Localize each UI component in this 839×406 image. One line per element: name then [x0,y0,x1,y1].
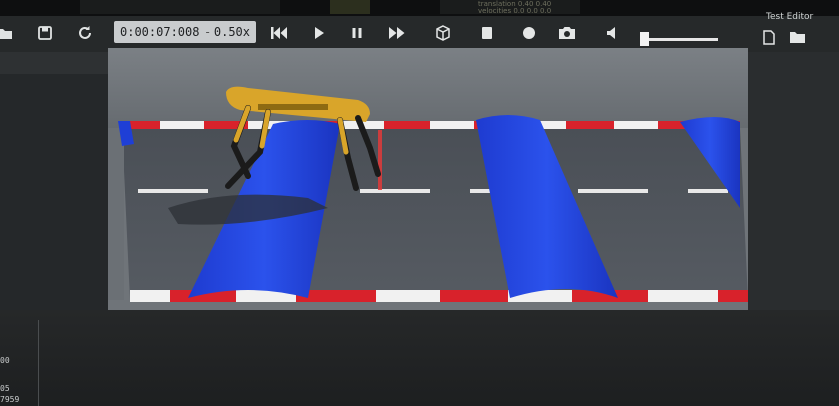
right-panel [748,52,839,342]
editor-label: Test Editor [766,12,814,22]
left-panel-header [0,52,108,74]
volume-slider-thumb[interactable] [640,32,649,46]
volume-slider-track [640,38,718,41]
laser-line [378,130,382,190]
side-value: 05 [0,384,10,393]
near-border [130,290,748,302]
side-value: 7959 [0,395,20,404]
skip-to-start-icon[interactable] [268,22,290,44]
playback-time-field[interactable]: 0:00:07:008 - 0.50x [114,21,256,43]
fast-forward-icon[interactable] [386,22,408,44]
scene-render [108,48,748,310]
camera-icon[interactable] [556,22,578,44]
scene-edge [108,128,124,310]
stop-icon[interactable] [476,22,498,44]
volume-slider[interactable] [640,32,720,46]
top-strip-panel [80,0,280,14]
playback-speed[interactable]: 0.50x [214,25,250,39]
new-file-icon[interactable] [758,26,780,48]
side-value: 00 [0,356,10,365]
panel-divider [38,320,39,406]
playback-time: 0:00:07:008 [120,25,200,39]
folder-icon[interactable] [0,22,16,44]
bottom-panel [0,310,839,406]
top-strip-panel [330,0,370,14]
time-separator: - [204,25,212,39]
cube-icon[interactable] [432,22,454,44]
volume-icon[interactable] [602,22,624,44]
save-icon[interactable] [34,22,56,44]
top-strip-text: velocities 0.0 0.0 0.0 [478,7,552,15]
scene-background [108,48,748,128]
pause-icon[interactable] [346,22,368,44]
record-icon[interactable] [518,22,540,44]
reload-icon[interactable] [74,22,96,44]
top-strip: translation 0.40 0.40 velocities 0.0 0.0… [0,0,839,16]
simulation-viewport[interactable] [108,48,748,310]
play-icon[interactable] [308,22,330,44]
open-folder-icon[interactable] [786,26,808,48]
app-window: translation 0.40 0.40 velocities 0.0 0.0… [0,0,839,406]
far-border [122,121,740,129]
